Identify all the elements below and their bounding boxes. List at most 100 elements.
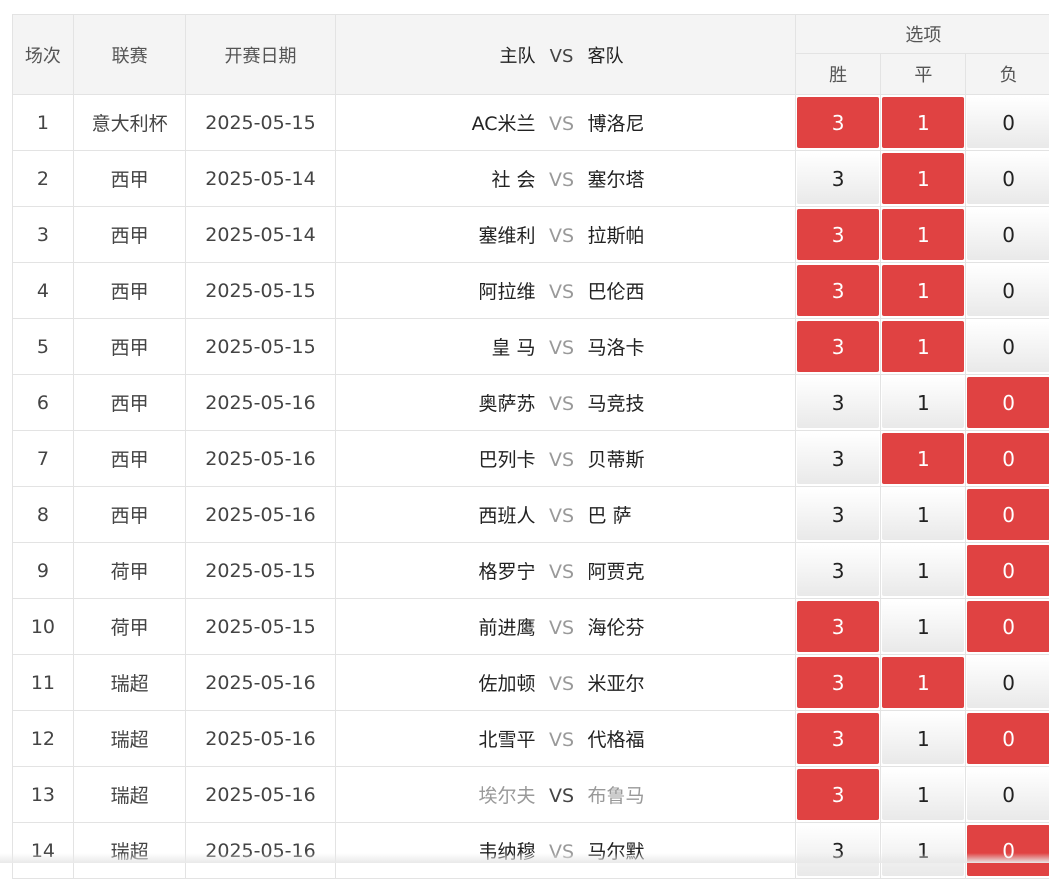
win-option-value[interactable]: 3 bbox=[797, 713, 879, 764]
win-option[interactable]: 3 bbox=[796, 711, 881, 767]
lose-option-value[interactable]: 0 bbox=[967, 153, 1049, 204]
lose-option-value[interactable]: 0 bbox=[967, 377, 1049, 428]
win-option-value[interactable]: 3 bbox=[797, 433, 879, 484]
draw-option-value[interactable]: 1 bbox=[882, 265, 964, 316]
win-option[interactable]: 3 bbox=[796, 543, 881, 599]
lose-option-value[interactable]: 0 bbox=[967, 825, 1049, 876]
lose-option[interactable]: 0 bbox=[966, 543, 1049, 599]
lose-option[interactable]: 0 bbox=[966, 711, 1049, 767]
win-option[interactable]: 3 bbox=[796, 431, 881, 487]
draw-option[interactable]: 1 bbox=[881, 207, 966, 263]
win-option-value[interactable]: 3 bbox=[797, 377, 879, 428]
match-teams: 阿拉维VS巴伦西 bbox=[335, 263, 796, 319]
lose-option-value[interactable]: 0 bbox=[967, 97, 1049, 148]
win-option[interactable]: 3 bbox=[796, 151, 881, 207]
match-no: 9 bbox=[13, 543, 74, 599]
win-option[interactable]: 3 bbox=[796, 487, 881, 543]
lose-option-value[interactable]: 0 bbox=[967, 433, 1049, 484]
draw-option-value[interactable]: 1 bbox=[882, 545, 964, 596]
draw-option[interactable]: 1 bbox=[881, 263, 966, 319]
draw-option[interactable]: 1 bbox=[881, 599, 966, 655]
match-date: 2025-05-16 bbox=[186, 375, 335, 431]
win-option[interactable]: 3 bbox=[796, 823, 881, 879]
draw-option[interactable]: 1 bbox=[881, 823, 966, 879]
draw-option[interactable]: 1 bbox=[881, 711, 966, 767]
win-option[interactable]: 3 bbox=[796, 375, 881, 431]
away-team: 拉斯帕 bbox=[588, 221, 768, 248]
lose-option[interactable]: 0 bbox=[966, 319, 1049, 375]
lose-option[interactable]: 0 bbox=[966, 263, 1049, 319]
league-name: 西甲 bbox=[73, 151, 186, 207]
win-option[interactable]: 3 bbox=[796, 655, 881, 711]
draw-option-value[interactable]: 1 bbox=[882, 321, 964, 372]
lose-option[interactable]: 0 bbox=[966, 599, 1049, 655]
match-date: 2025-05-15 bbox=[186, 95, 335, 151]
header-lose: 负 bbox=[966, 54, 1049, 95]
draw-option[interactable]: 1 bbox=[881, 151, 966, 207]
draw-option-value[interactable]: 1 bbox=[882, 769, 964, 820]
lose-option[interactable]: 0 bbox=[966, 487, 1049, 543]
lose-option-value[interactable]: 0 bbox=[967, 321, 1049, 372]
bottom-scroll-fade bbox=[0, 853, 1049, 863]
win-option-value[interactable]: 3 bbox=[797, 209, 879, 260]
away-team: 布鲁马 bbox=[588, 781, 768, 808]
win-option-value[interactable]: 3 bbox=[797, 601, 879, 652]
win-option-value[interactable]: 3 bbox=[797, 153, 879, 204]
league-name: 瑞超 bbox=[73, 711, 186, 767]
match-no: 3 bbox=[13, 207, 74, 263]
draw-option[interactable]: 1 bbox=[881, 431, 966, 487]
lose-option-value[interactable]: 0 bbox=[967, 209, 1049, 260]
lose-option[interactable]: 0 bbox=[966, 207, 1049, 263]
draw-option[interactable]: 1 bbox=[881, 767, 966, 823]
league-name: 瑞超 bbox=[73, 823, 186, 879]
lose-option-value[interactable]: 0 bbox=[967, 713, 1049, 764]
draw-option-value[interactable]: 1 bbox=[882, 153, 964, 204]
draw-option-value[interactable]: 1 bbox=[882, 97, 964, 148]
win-option-value[interactable]: 3 bbox=[797, 489, 879, 540]
draw-option-value[interactable]: 1 bbox=[882, 601, 964, 652]
lose-option[interactable]: 0 bbox=[966, 95, 1049, 151]
draw-option-value[interactable]: 1 bbox=[882, 825, 964, 876]
lose-option[interactable]: 0 bbox=[966, 823, 1049, 879]
lose-option-value[interactable]: 0 bbox=[967, 489, 1049, 540]
lose-option[interactable]: 0 bbox=[966, 375, 1049, 431]
draw-option[interactable]: 1 bbox=[881, 319, 966, 375]
win-option[interactable]: 3 bbox=[796, 95, 881, 151]
lose-option[interactable]: 0 bbox=[966, 767, 1049, 823]
home-team: 前进鹰 bbox=[336, 613, 536, 640]
league-name: 西甲 bbox=[73, 207, 186, 263]
draw-option-value[interactable]: 1 bbox=[882, 713, 964, 764]
lose-option-value[interactable]: 0 bbox=[967, 265, 1049, 316]
draw-option-value[interactable]: 1 bbox=[882, 377, 964, 428]
win-option-value[interactable]: 3 bbox=[797, 657, 879, 708]
draw-option[interactable]: 1 bbox=[881, 543, 966, 599]
win-option-value[interactable]: 3 bbox=[797, 825, 879, 876]
lose-option[interactable]: 0 bbox=[966, 431, 1049, 487]
draw-option[interactable]: 1 bbox=[881, 487, 966, 543]
draw-option-value[interactable]: 1 bbox=[882, 209, 964, 260]
lose-option[interactable]: 0 bbox=[966, 655, 1049, 711]
win-option[interactable]: 3 bbox=[796, 207, 881, 263]
draw-option-value[interactable]: 1 bbox=[882, 433, 964, 484]
match-teams: 佐加顿VS米亚尔 bbox=[335, 655, 796, 711]
draw-option-value[interactable]: 1 bbox=[882, 489, 964, 540]
win-option-value[interactable]: 3 bbox=[797, 545, 879, 596]
lose-option-value[interactable]: 0 bbox=[967, 657, 1049, 708]
draw-option[interactable]: 1 bbox=[881, 375, 966, 431]
draw-option-value[interactable]: 1 bbox=[882, 657, 964, 708]
match-no: 6 bbox=[13, 375, 74, 431]
draw-option[interactable]: 1 bbox=[881, 95, 966, 151]
win-option-value[interactable]: 3 bbox=[797, 321, 879, 372]
lose-option-value[interactable]: 0 bbox=[967, 601, 1049, 652]
win-option[interactable]: 3 bbox=[796, 263, 881, 319]
win-option-value[interactable]: 3 bbox=[797, 769, 879, 820]
draw-option[interactable]: 1 bbox=[881, 655, 966, 711]
lose-option-value[interactable]: 0 bbox=[967, 769, 1049, 820]
lose-option[interactable]: 0 bbox=[966, 151, 1049, 207]
win-option[interactable]: 3 bbox=[796, 767, 881, 823]
win-option[interactable]: 3 bbox=[796, 319, 881, 375]
win-option-value[interactable]: 3 bbox=[797, 97, 879, 148]
lose-option-value[interactable]: 0 bbox=[967, 545, 1049, 596]
win-option[interactable]: 3 bbox=[796, 599, 881, 655]
win-option-value[interactable]: 3 bbox=[797, 265, 879, 316]
